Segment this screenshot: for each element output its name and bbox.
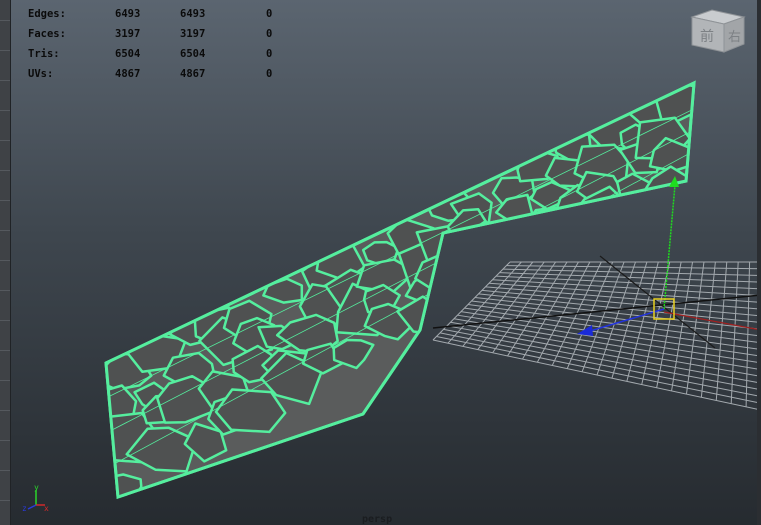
grid-line bbox=[432, 261, 511, 341]
3d-viewport[interactable]: y x z Edges: 6493 6493 0 Faces: 3197 3197 0 Tris… bbox=[0, 0, 761, 525]
hud-label: Edges: bbox=[28, 8, 66, 20]
mesh-cell bbox=[429, 282, 476, 317]
edge-notch bbox=[0, 80, 10, 81]
edge-notch bbox=[0, 200, 10, 201]
edge-notch bbox=[0, 380, 10, 381]
grid-line bbox=[447, 261, 522, 344]
view-cube-icon[interactable]: 前 右 bbox=[688, 8, 748, 54]
view-cube-front-label: 前 bbox=[700, 28, 714, 45]
viewport-right-edge bbox=[757, 0, 761, 525]
edge-notch bbox=[0, 260, 10, 261]
edge-notch bbox=[0, 20, 10, 21]
edge-notch bbox=[0, 410, 10, 411]
edge-notch bbox=[0, 440, 10, 441]
hud-value-triangles: 0 bbox=[266, 68, 273, 80]
mesh-cell bbox=[214, 388, 287, 434]
hud-label: Faces: bbox=[28, 28, 66, 40]
hud-value-selected: 6504 bbox=[180, 48, 206, 60]
axis-z-line bbox=[27, 504, 37, 510]
hud-value-selected: 4867 bbox=[180, 68, 206, 80]
camera-name-label: persp bbox=[362, 514, 393, 525]
grid-line bbox=[656, 261, 682, 388]
edge-notch bbox=[0, 500, 10, 501]
axis-x-label: x bbox=[44, 504, 49, 513]
edge-notch bbox=[0, 350, 10, 351]
grid-line bbox=[700, 261, 716, 398]
edge-notch bbox=[0, 320, 10, 321]
edge-notch bbox=[0, 470, 10, 471]
hud-value-triangles: 0 bbox=[266, 28, 273, 40]
mesh-edge bbox=[114, 153, 689, 464]
edge-notch bbox=[0, 110, 10, 111]
edge-notch bbox=[0, 170, 10, 171]
hud-value-selected: 6493 bbox=[180, 8, 206, 20]
mesh-cell bbox=[503, 235, 562, 284]
edge-notch bbox=[0, 290, 10, 291]
edge-notch bbox=[0, 140, 10, 141]
axis-indicator-icon: y x z bbox=[22, 483, 49, 513]
ground-grid bbox=[432, 261, 761, 411]
hud-label: Tris: bbox=[28, 48, 60, 60]
viewport-left-edge bbox=[0, 0, 11, 525]
edge-notch bbox=[0, 50, 10, 51]
view-cube-right-label: 右 bbox=[728, 30, 741, 45]
hud-value-triangles: 0 bbox=[266, 8, 273, 20]
axis-y-label: y bbox=[34, 483, 39, 492]
hud-label: UVs: bbox=[28, 68, 54, 80]
mesh-cell bbox=[480, 227, 528, 264]
mesh-cell bbox=[415, 224, 474, 262]
grid-line bbox=[581, 261, 625, 372]
mesh-cell bbox=[106, 473, 143, 497]
hud-value-triangles: 0 bbox=[266, 48, 273, 60]
edge-notch bbox=[0, 230, 10, 231]
axis-z-label: z bbox=[22, 504, 27, 513]
hud-value-selected: 3197 bbox=[180, 28, 206, 40]
